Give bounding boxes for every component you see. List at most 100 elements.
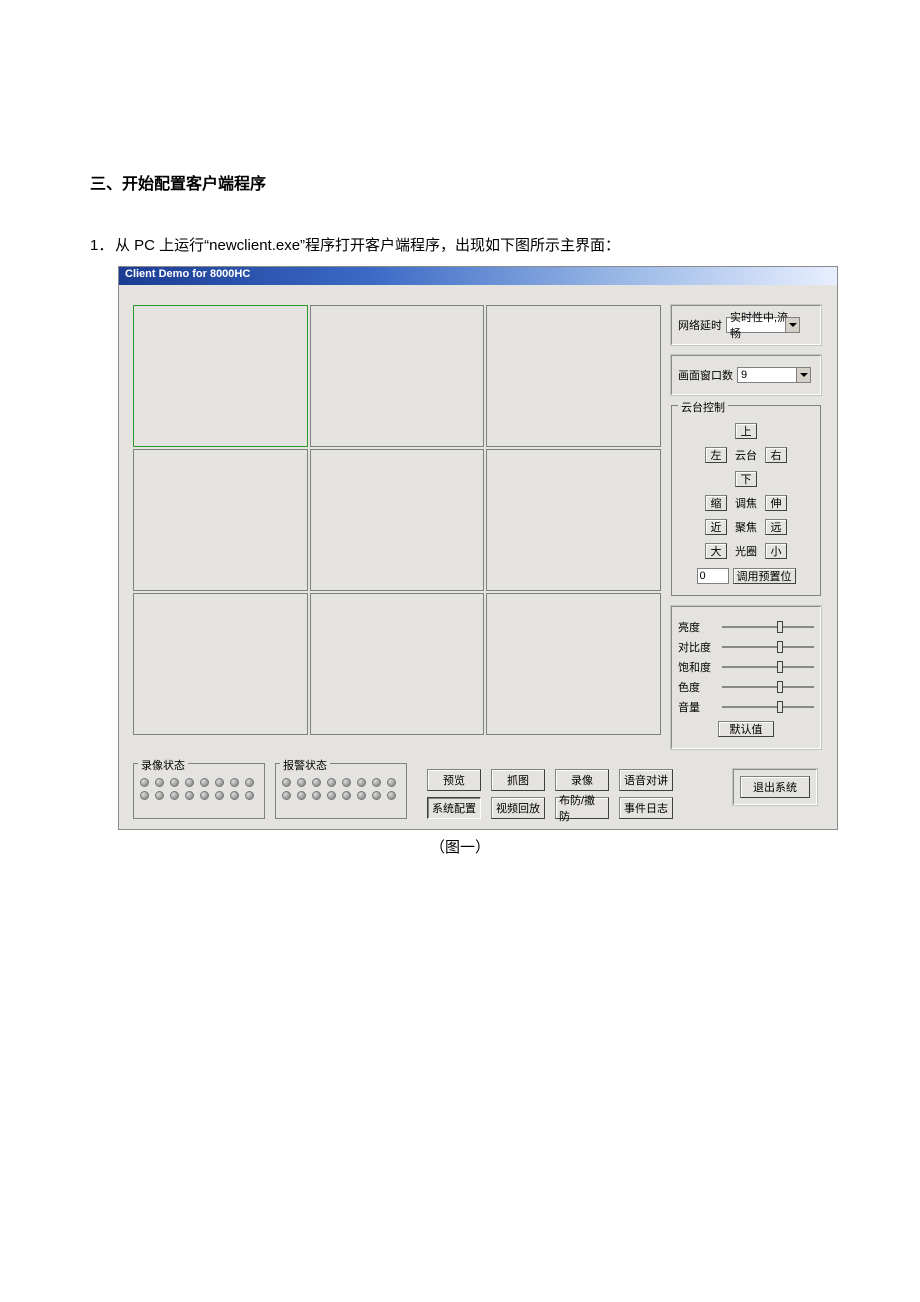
led-icon: [282, 778, 291, 787]
saturation-label: 饱和度: [678, 659, 712, 675]
focus-label: 聚焦: [731, 519, 761, 535]
led-icon: [342, 791, 351, 800]
log-button[interactable]: 事件日志: [619, 797, 673, 819]
brightness-slider[interactable]: [722, 626, 814, 628]
led-icon: [140, 778, 149, 787]
slider-thumb-icon[interactable]: [777, 661, 783, 673]
slider-thumb-icon[interactable]: [777, 701, 783, 713]
led-icon: [312, 791, 321, 800]
led-icon: [215, 778, 224, 787]
snapshot-button[interactable]: 抓图: [491, 769, 545, 791]
window-count-value: 9: [741, 369, 747, 381]
led-icon: [170, 778, 179, 787]
record-status-title: 录像状态: [138, 757, 188, 773]
playback-button[interactable]: 视频回放: [491, 797, 545, 819]
ptz-center-label: 云台: [731, 447, 761, 463]
led-icon: [230, 778, 239, 787]
saturation-slider[interactable]: [722, 666, 814, 668]
video-cell[interactable]: [486, 593, 661, 735]
call-preset-button[interactable]: 调用预置位: [733, 568, 796, 584]
led-icon: [245, 791, 254, 800]
step-text: 从 PC 上运行“newclient.exe”程序打开客户端程序，出现如下图所示…: [115, 237, 620, 254]
net-delay-label: 网络延时: [678, 317, 722, 333]
led-icon: [327, 778, 336, 787]
alarm-status-group: 报警状态: [275, 763, 407, 819]
window-count-combo[interactable]: 9: [737, 367, 811, 383]
led-icon: [372, 778, 381, 787]
zoom-in-button[interactable]: 缩: [705, 495, 727, 511]
slider-thumb-icon[interactable]: [777, 681, 783, 693]
app-window: Client Demo for 8000HC 网络延时 实时性中: [118, 266, 838, 830]
iris-open-button[interactable]: 大: [705, 543, 727, 559]
zoom-label: 调焦: [731, 495, 761, 511]
video-cell[interactable]: [486, 305, 661, 447]
video-cell[interactable]: [133, 593, 308, 735]
focus-far-button[interactable]: 远: [765, 519, 787, 535]
ptz-title: 云台控制: [678, 399, 728, 415]
led-icon: [282, 791, 291, 800]
focus-near-button[interactable]: 近: [705, 519, 727, 535]
led-icon: [387, 778, 396, 787]
led-icon: [357, 791, 366, 800]
led-icon: [200, 778, 209, 787]
led-icon: [185, 791, 194, 800]
window-count-panel: 画面窗口数 9: [671, 355, 821, 395]
window-count-label: 画面窗口数: [678, 367, 733, 383]
iris-close-button[interactable]: 小: [765, 543, 787, 559]
alarm-status-title: 报警状态: [280, 757, 330, 773]
video-cell[interactable]: [310, 305, 485, 447]
video-cell[interactable]: [310, 449, 485, 591]
brightness-label: 亮度: [678, 619, 712, 635]
video-cell[interactable]: [133, 305, 308, 447]
preset-input[interactable]: 0: [697, 568, 729, 584]
voice-button[interactable]: 语音对讲: [619, 769, 673, 791]
led-icon: [155, 778, 164, 787]
volume-slider[interactable]: [722, 706, 814, 708]
titlebar: Client Demo for 8000HC: [119, 267, 837, 285]
led-icon: [230, 791, 239, 800]
hue-slider[interactable]: [722, 686, 814, 688]
led-icon: [297, 778, 306, 787]
ptz-up-button[interactable]: 上: [735, 423, 757, 439]
chevron-down-icon[interactable]: [796, 368, 810, 382]
exit-button[interactable]: 退出系统: [740, 776, 810, 798]
step-number: 1．: [90, 234, 115, 258]
zoom-out-button[interactable]: 伸: [765, 495, 787, 511]
record-status-group: 录像状态: [133, 763, 265, 819]
led-icon: [372, 791, 381, 800]
contrast-label: 对比度: [678, 639, 712, 655]
guard-button[interactable]: 布防/撤防: [555, 797, 609, 819]
led-icon: [140, 791, 149, 800]
step-line: 1．从 PC 上运行“newclient.exe”程序打开客户端程序，出现如下图…: [90, 234, 830, 258]
video-grid: [133, 305, 661, 735]
image-adjust-panel: 亮度 对比度 饱和度 色度 音量 默认值: [671, 606, 821, 749]
chevron-down-icon[interactable]: [785, 318, 799, 332]
config-button[interactable]: 系统配置: [427, 797, 481, 819]
iris-label: 光圈: [731, 543, 761, 559]
hue-label: 色度: [678, 679, 712, 695]
led-icon: [342, 778, 351, 787]
led-icon: [312, 778, 321, 787]
preview-button[interactable]: 预览: [427, 769, 481, 791]
net-delay-panel: 网络延时 实时性中,流畅: [671, 305, 821, 345]
ptz-right-button[interactable]: 右: [765, 447, 787, 463]
section-heading: 三、开始配置客户端程序: [90, 170, 830, 194]
ptz-left-button[interactable]: 左: [705, 447, 727, 463]
led-icon: [170, 791, 179, 800]
video-cell[interactable]: [133, 449, 308, 591]
led-icon: [357, 778, 366, 787]
slider-thumb-icon[interactable]: [777, 641, 783, 653]
ptz-down-button[interactable]: 下: [735, 471, 757, 487]
video-cell[interactable]: [486, 449, 661, 591]
default-button[interactable]: 默认值: [718, 721, 774, 737]
led-icon: [185, 778, 194, 787]
led-icon: [297, 791, 306, 800]
volume-label: 音量: [678, 699, 712, 715]
net-delay-combo[interactable]: 实时性中,流畅: [726, 317, 800, 333]
command-buttons: 预览 抓图 录像 语音对讲 系统配置 视频回放 布防/撤防 事件日志: [427, 763, 673, 819]
slider-thumb-icon[interactable]: [777, 621, 783, 633]
record-button[interactable]: 录像: [555, 769, 609, 791]
video-cell[interactable]: [310, 593, 485, 735]
contrast-slider[interactable]: [722, 646, 814, 648]
led-icon: [215, 791, 224, 800]
